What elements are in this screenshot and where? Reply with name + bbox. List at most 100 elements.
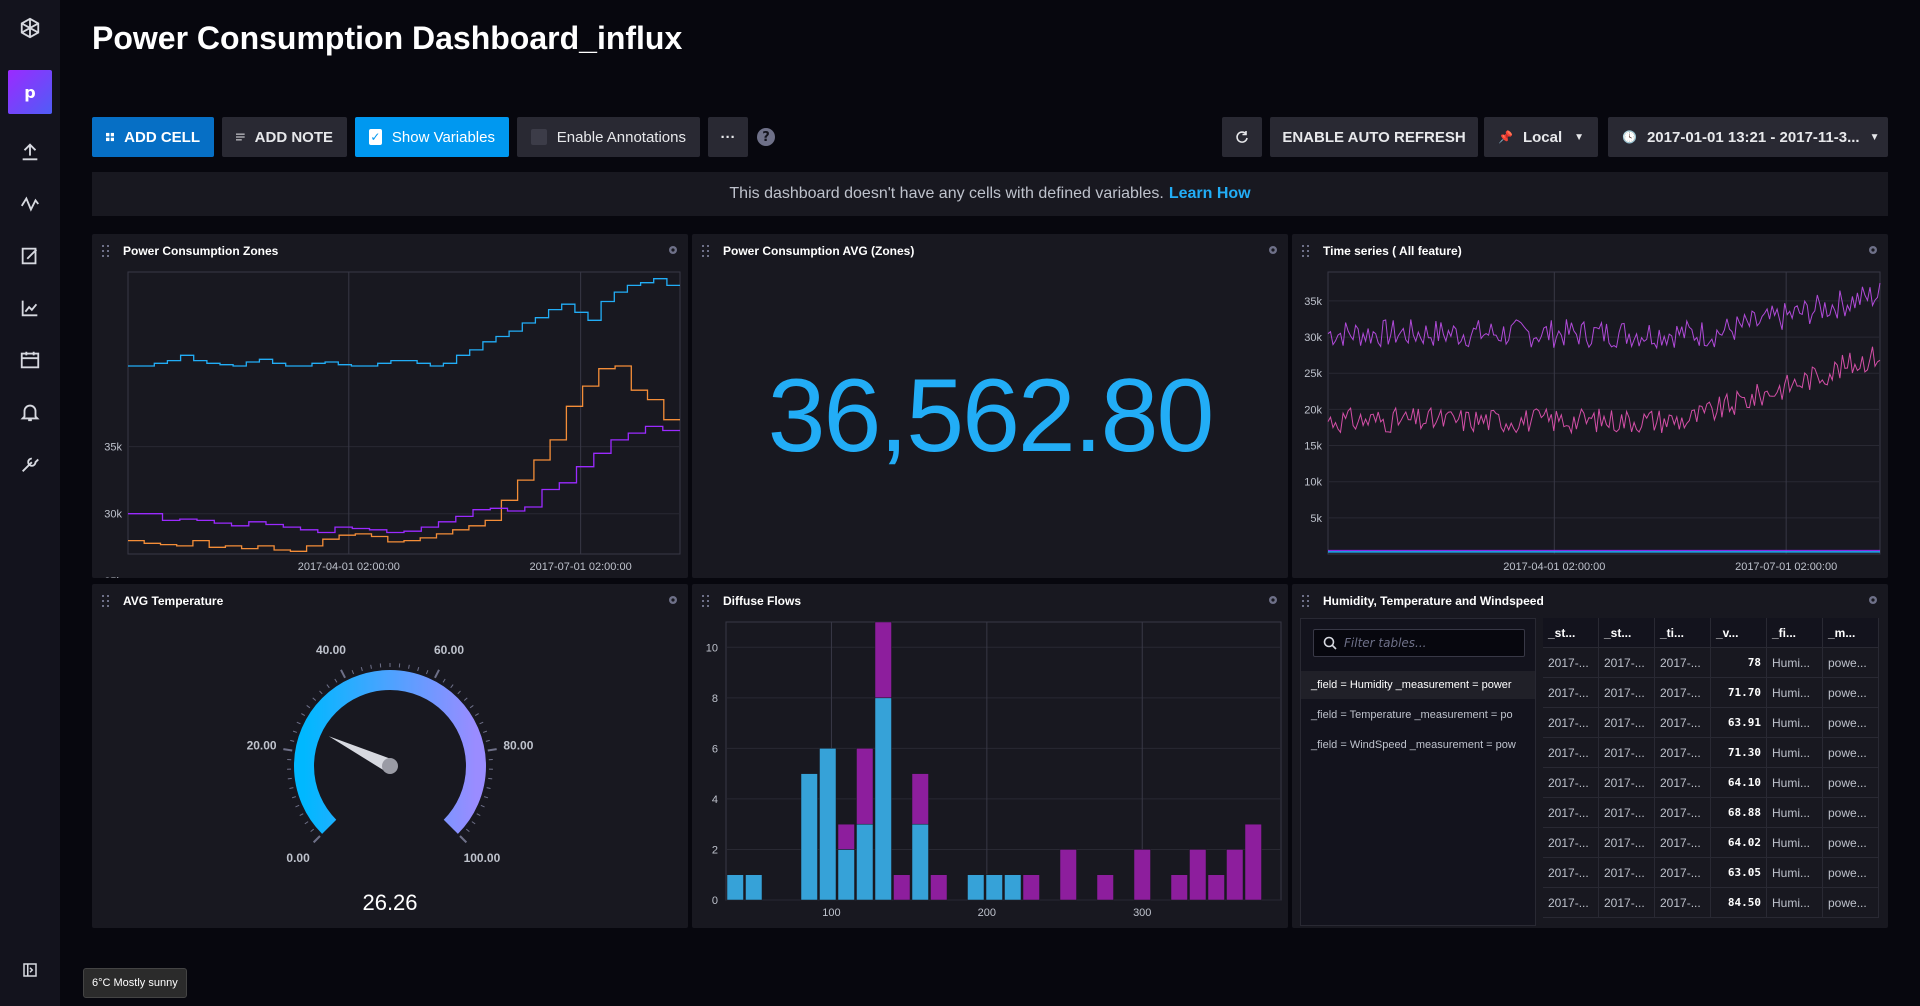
cell-avg-temperature[interactable]: AVG Temperature 0.00 20.00 40.00 60.00 80.00…: [92, 584, 688, 928]
y-tick-label: 5k: [1310, 513, 1322, 525]
gauge-tick: [434, 669, 440, 679]
banner-text: This dashboard doesn't have any cells wi…: [729, 185, 1164, 202]
timezone-dropdown[interactable]: 📌 Local ▼: [1484, 117, 1598, 157]
cell-time-series[interactable]: Time series ( All feature) 5k 10k 15k 20k 25…: [1292, 234, 1888, 578]
gauge-tick: [296, 721, 301, 725]
ellipsis-icon: ···: [720, 128, 736, 146]
settings-wrench-icon[interactable]: [0, 442, 60, 486]
gauge-tick: [474, 713, 479, 717]
table-cell: 2017-...: [1655, 858, 1711, 887]
dashboards-icon[interactable]: [0, 286, 60, 330]
bar-blue: [800, 773, 818, 901]
column-header[interactable]: _st...: [1599, 618, 1655, 647]
bar-purple: [1133, 849, 1151, 901]
refresh-button[interactable]: [1222, 117, 1262, 157]
add-cell-label: ADD CELL: [124, 128, 200, 146]
show-variables-toggle[interactable]: ✓ Show Variables: [355, 117, 509, 157]
gauge-tick: [304, 821, 309, 825]
upload-icon[interactable]: [0, 130, 60, 174]
bar-purple: [837, 823, 855, 850]
gauge-tick: [480, 804, 485, 808]
table-item-windspeed[interactable]: _field = WindSpeed _measurement = pow: [1301, 731, 1535, 759]
table-row: 2017-... 2017-... 2017-... 63.05 Humi... powe…: [1543, 858, 1879, 888]
table-item-humidity[interactable]: _field = Humidity _measurement = power: [1301, 671, 1535, 699]
learn-how-link[interactable]: Learn How: [1169, 185, 1251, 203]
gauge-tick: [326, 684, 330, 689]
bar-purple: [1059, 849, 1077, 901]
bar-blue: [856, 823, 874, 901]
bar-blue: [911, 823, 929, 901]
notebook-icon[interactable]: [0, 234, 60, 278]
gauge-tick: [459, 835, 468, 844]
search-icon: [1323, 636, 1337, 650]
gauge-tick: [465, 828, 470, 833]
table-cell: 2017-...: [1655, 738, 1711, 767]
column-header[interactable]: _fi...: [1767, 618, 1823, 647]
table-cell: 2017-...: [1599, 798, 1655, 827]
help-icon[interactable]: ?: [757, 128, 775, 146]
org-avatar[interactable]: p: [8, 70, 52, 114]
enable-annotations-toggle[interactable]: Enable Annotations: [517, 117, 700, 157]
add-cell-button[interactable]: ADD CELL: [92, 117, 214, 157]
y-tick-label: 20k: [1304, 404, 1322, 416]
cell-title: Humidity, Temperature and Windspeed: [1323, 594, 1544, 608]
cell-humidity-table[interactable]: Humidity, Temperature and Windspeed Filt…: [1292, 584, 1888, 928]
column-header[interactable]: _m...: [1823, 618, 1879, 647]
cell-power-consumption-avg[interactable]: Power Consumption AVG (Zones) 36,562.80: [692, 234, 1288, 578]
bar-purple: [911, 773, 929, 825]
alerts-bell-icon[interactable]: [0, 390, 60, 434]
gauge-tick: [457, 690, 461, 695]
table-cell: 2017-...: [1655, 768, 1711, 797]
table-cell: Humi...: [1767, 888, 1823, 917]
table-cell: powe...: [1823, 858, 1879, 887]
y-tick-label: 35k: [1304, 296, 1322, 308]
table-cell: 63.91: [1711, 708, 1767, 737]
column-header[interactable]: _ti...: [1655, 618, 1711, 647]
table-cell: 2017-...: [1599, 858, 1655, 887]
more-options-button[interactable]: ···: [708, 117, 748, 157]
table-cell: 71.70: [1711, 678, 1767, 707]
gauge-tick: [471, 821, 476, 825]
gauge-tick: [486, 787, 491, 789]
filter-tables-input[interactable]: Filter tables...: [1313, 629, 1525, 657]
table-cell: Humi...: [1767, 828, 1823, 857]
gauge-tick: [463, 697, 468, 701]
table-cell: Humi...: [1767, 648, 1823, 677]
gear-icon[interactable]: [1866, 593, 1880, 607]
drag-handle-icon[interactable]: [1302, 595, 1314, 607]
table-cell: 63.05: [1711, 858, 1767, 887]
influx-logo-icon[interactable]: [0, 6, 60, 50]
data-explorer-icon[interactable]: [0, 182, 60, 226]
add-note-button[interactable]: ADD NOTE: [222, 117, 347, 157]
time-range-dropdown[interactable]: 🕓 2017-01-01 13:21 - 2017-11-3... ▼: [1608, 117, 1888, 157]
x-tick-label: 2017-04-01 02:00:00: [298, 561, 400, 573]
table-cell: 64.02: [1711, 828, 1767, 857]
column-header[interactable]: _st...: [1543, 618, 1599, 647]
gauge-tick: [425, 670, 429, 675]
add-note-label: ADD NOTE: [254, 128, 333, 146]
checkbox-unchecked-icon: [531, 129, 547, 145]
bar-purple: [1096, 874, 1114, 901]
table-cell: 2017-...: [1543, 708, 1599, 737]
bar-blue: [745, 874, 763, 901]
tasks-calendar-icon[interactable]: [0, 338, 60, 382]
table-item-temperature[interactable]: _field = Temperature _measurement = po: [1301, 701, 1535, 729]
checkbox-checked-icon: ✓: [369, 129, 382, 145]
collapse-sidebar-icon[interactable]: [0, 948, 60, 992]
bar-blue: [726, 874, 744, 901]
weather-widget[interactable]: 6°C Mostly sunny: [83, 968, 187, 998]
table-cell: 2017-...: [1599, 708, 1655, 737]
gauge-tick: [312, 835, 321, 844]
table-cell: powe...: [1823, 678, 1879, 707]
y-tick-label: 30k: [1304, 332, 1322, 344]
enable-auto-refresh-button[interactable]: ENABLE AUTO REFRESH: [1270, 117, 1478, 157]
column-header[interactable]: _v...: [1711, 618, 1767, 647]
cell-diffuse-flows[interactable]: Diffuse Flows 0 2 4 6 8 10 100 200 300: [692, 584, 1288, 928]
bar-purple: [1244, 823, 1262, 901]
gauge-tick: [442, 678, 446, 683]
page-title[interactable]: Power Consumption Dashboard_influx: [92, 20, 682, 57]
gauge-tick: [312, 697, 317, 701]
cell-power-consumption-zones[interactable]: Power Consumption Zones 20k25k30k35k2017…: [92, 234, 688, 578]
bar-purple: [1207, 874, 1225, 901]
y-tick-label: 0: [712, 895, 718, 907]
